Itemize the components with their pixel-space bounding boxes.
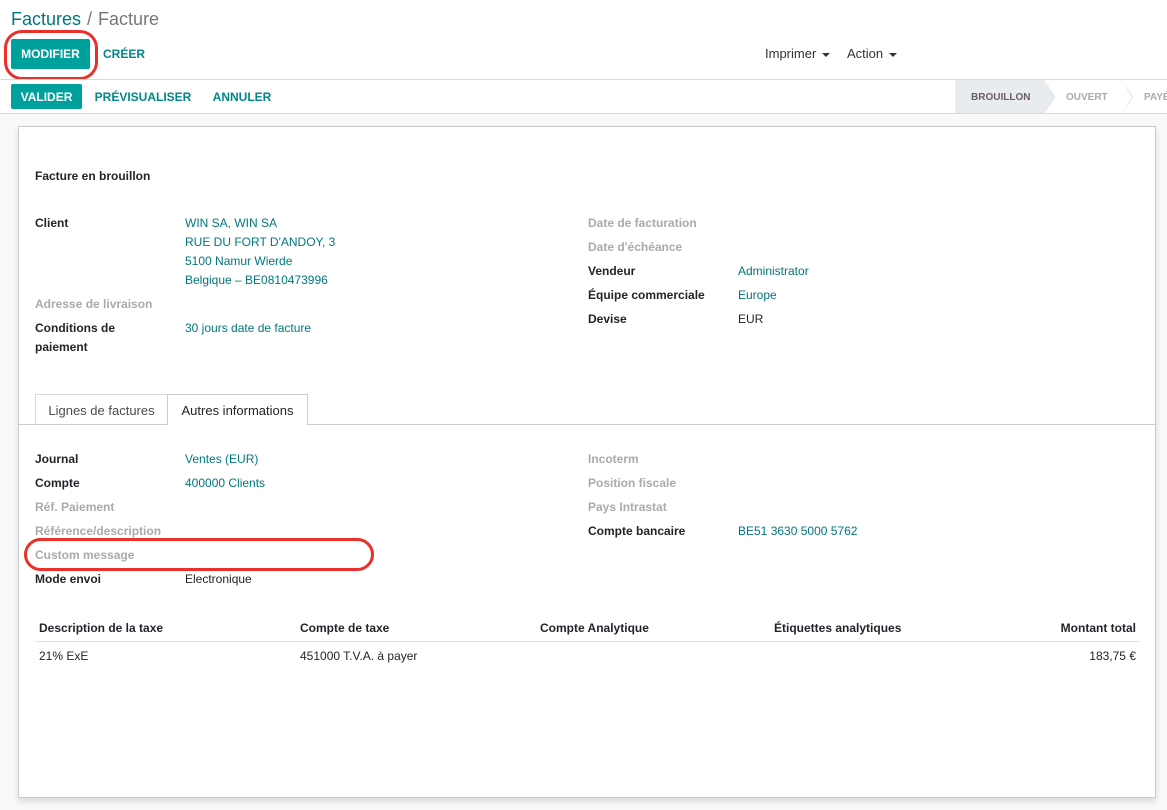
payment-ref-label: Réf. Paiement: [35, 500, 115, 514]
tax-description-cell: 21% ExE: [39, 649, 89, 663]
total-amount-cell: 183,75 €: [1089, 649, 1136, 663]
table-row[interactable]: 21% ExE 451000 T.V.A. à payer 183,75 €: [35, 642, 1140, 671]
column-header-total-amount[interactable]: Montant total: [978, 617, 1140, 642]
payment-terms-label-line1: Conditions de: [35, 321, 115, 335]
journal-value[interactable]: Ventes (EUR): [185, 450, 258, 469]
reference-label: Référence/description: [35, 524, 162, 538]
tax-table-header-row: Description de la taxe Compte de taxe Co…: [35, 617, 1140, 642]
tab-invoice-lines[interactable]: Lignes de factures: [35, 394, 168, 425]
status-stage-label: BROUILLON: [971, 91, 1031, 103]
delivery-address-label: Adresse de livraison: [35, 297, 153, 311]
column-header-tax-description[interactable]: Description de la taxe: [35, 617, 296, 642]
cancel-button[interactable]: ANNULER: [206, 84, 278, 109]
client-line-name[interactable]: WIN SA, WIN SA: [185, 214, 277, 233]
salesperson-value[interactable]: Administrator: [738, 262, 809, 281]
form-sheet: Facture en brouillon Client WIN SA, WIN …: [18, 126, 1156, 798]
client-line-street[interactable]: RUE DU FORT D'ANDOY, 3: [185, 233, 335, 252]
caret-down-icon: [822, 52, 831, 57]
action-dropdown[interactable]: Action: [847, 46, 898, 61]
preview-button[interactable]: PRÉVISUALISER: [90, 84, 196, 109]
tab-other-info[interactable]: Autres informations: [167, 394, 308, 425]
status-stage-draft[interactable]: BROUILLON: [955, 80, 1055, 114]
create-button[interactable]: CRÉER: [98, 39, 150, 69]
fiscal-position-label: Position fiscale: [588, 476, 677, 490]
action-dropdown-label: Action: [847, 46, 884, 61]
sales-team-label: Équipe commerciale: [588, 288, 705, 302]
breadcrumb-current: Facture: [98, 9, 160, 29]
incoterm-label: Incoterm: [588, 452, 639, 466]
payment-terms-value[interactable]: 30 jours date de facture: [185, 319, 311, 338]
column-header-analytic-account[interactable]: Compte Analytique: [536, 617, 770, 642]
account-value[interactable]: 400000 Clients: [185, 474, 265, 493]
caret-down-icon: [889, 52, 898, 57]
tax-table: Description de la taxe Compte de taxe Co…: [35, 617, 1140, 670]
breadcrumb-separator: /: [87, 9, 93, 29]
currency-label: Devise: [588, 312, 627, 326]
column-header-tax-account[interactable]: Compte de taxe: [296, 617, 536, 642]
analytic-account-cell: [536, 642, 770, 671]
analytic-tags-cell: [770, 642, 978, 671]
client-line-city[interactable]: 5100 Namur Wierde: [185, 252, 292, 271]
column-header-analytic-tags[interactable]: Étiquettes analytiques: [770, 617, 978, 642]
tax-account-cell: 451000 T.V.A. à payer: [300, 649, 418, 663]
status-stage-label: OUVERT: [1066, 91, 1108, 103]
invoice-date-label: Date de facturation: [588, 216, 697, 230]
client-label: Client: [35, 216, 69, 230]
intrastat-country-label: Pays Intrastat: [588, 500, 667, 514]
validate-button[interactable]: VALIDER: [11, 84, 82, 109]
breadcrumb: Factures / Facture: [11, 9, 159, 30]
edit-button[interactable]: MODIFIER: [11, 39, 90, 69]
status-stage-open[interactable]: OUVERT: [1044, 80, 1133, 114]
bank-account-value[interactable]: BE51 3630 5000 5762: [738, 522, 857, 541]
salesperson-label: Vendeur: [588, 264, 636, 278]
print-dropdown-label: Imprimer: [765, 46, 817, 61]
print-dropdown[interactable]: Imprimer: [765, 46, 831, 61]
send-mode-value: Electronique: [185, 572, 252, 586]
page-title: Facture en brouillon: [35, 169, 151, 183]
currency-value: EUR: [738, 312, 764, 326]
bank-account-label: Compte bancaire: [588, 524, 686, 538]
stage-arrow-fill: [1044, 80, 1054, 114]
journal-label: Journal: [35, 452, 79, 466]
sales-team-value[interactable]: Europe: [738, 286, 777, 305]
status-bar: BROUILLON OUVERT PAYÉ: [955, 80, 1167, 114]
status-stage-label: PAYÉ: [1144, 91, 1167, 103]
account-label: Compte: [35, 476, 80, 490]
send-mode-label: Mode envoi: [35, 572, 102, 586]
due-date-label: Date d'échéance: [588, 240, 683, 254]
stage-arrow-fill: [1122, 80, 1132, 114]
custom-message-label: Custom message: [35, 548, 135, 562]
breadcrumb-parent-link[interactable]: Factures: [11, 9, 81, 29]
payment-terms-label-line2: paiement: [35, 340, 88, 354]
client-line-country[interactable]: Belgique – BE0810473996: [185, 271, 328, 290]
